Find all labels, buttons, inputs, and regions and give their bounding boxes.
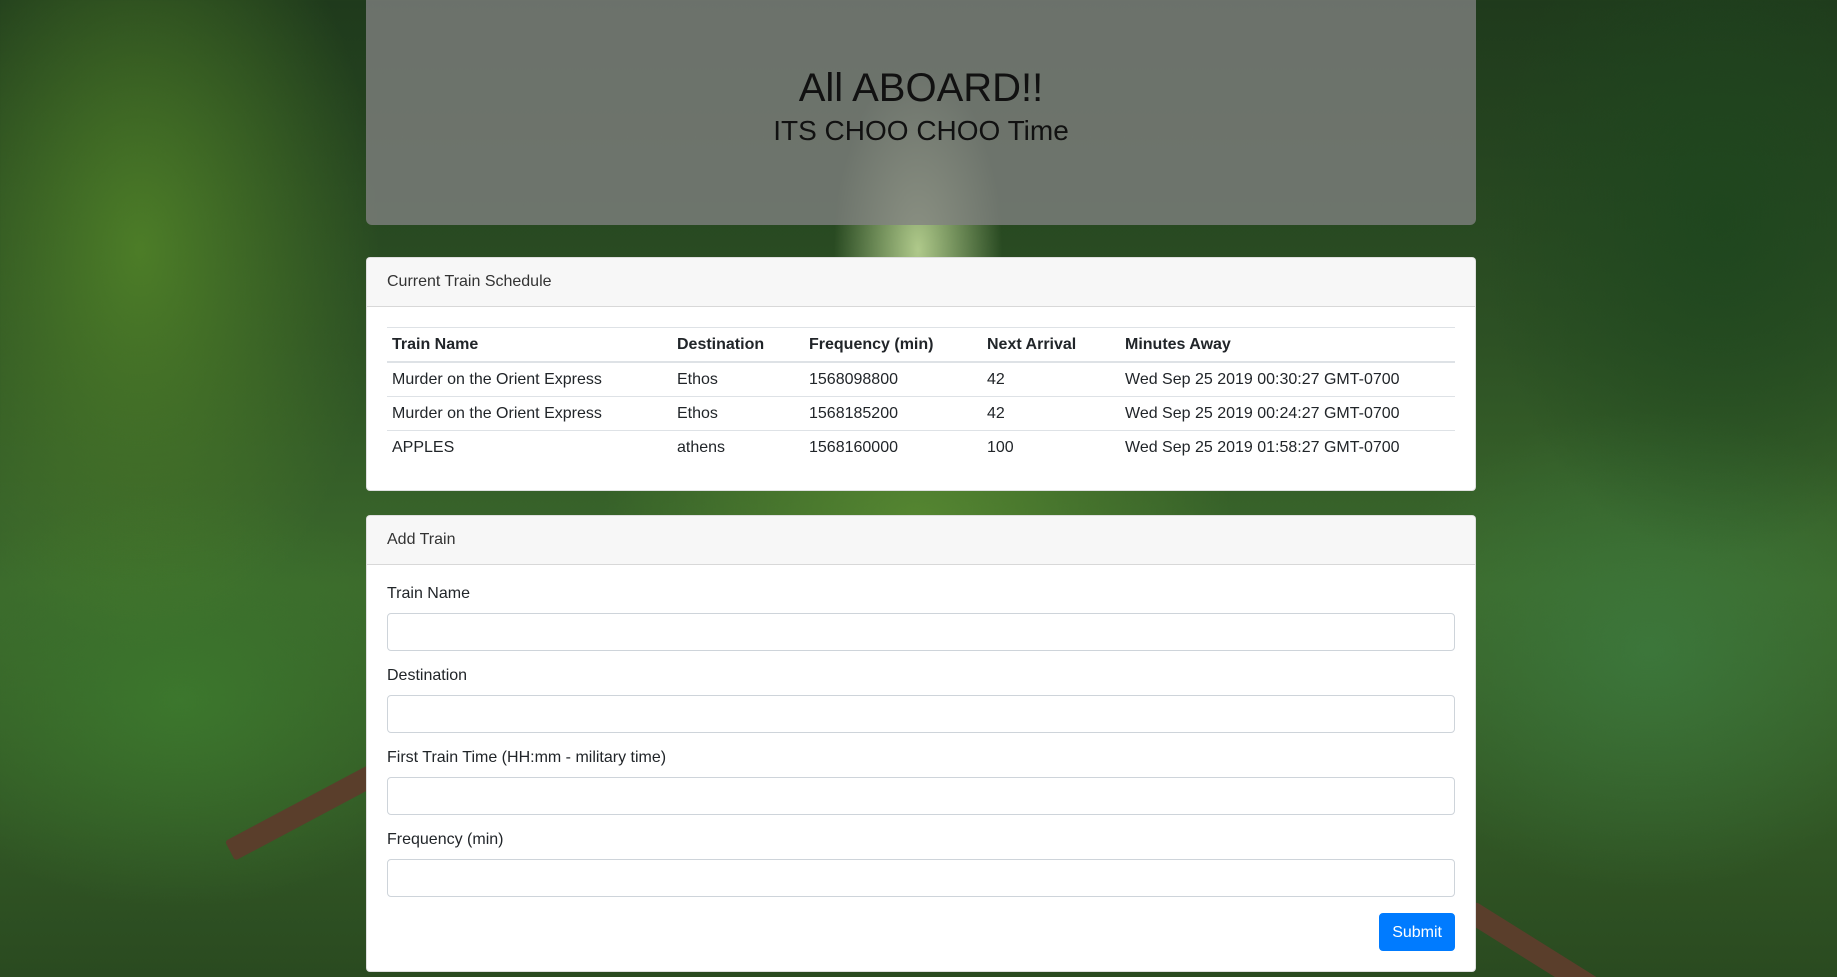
background-rail-right <box>1464 901 1629 977</box>
cell-destination: Ethos <box>672 396 804 431</box>
train-name-label: Train Name <box>387 585 470 602</box>
cell-train-name: Murder on the Orient Express <box>387 396 672 431</box>
cell-minutes-away: Wed Sep 25 2019 01:58:27 GMT-0700 <box>1120 430 1455 464</box>
first-train-time-group: First Train Time (HH:mm - military time) <box>387 749 1455 815</box>
column-header-minutes-away: Minutes Away <box>1120 327 1455 363</box>
first-train-time-label: First Train Time (HH:mm - military time) <box>387 749 667 766</box>
schedule-table: Train Name Destination Frequency (min) N… <box>387 327 1455 464</box>
schedule-card: Current Train Schedule Train Name Destin… <box>366 257 1476 491</box>
column-header-destination: Destination <box>672 327 804 363</box>
table-row: Murder on the Orient Express Ethos 15681… <box>387 396 1455 431</box>
column-header-train-name: Train Name <box>387 327 672 363</box>
add-train-card: Add Train Train Name Destination First T… <box>366 515 1476 972</box>
frequency-label: Frequency (min) <box>387 831 504 848</box>
first-train-time-input[interactable] <box>387 777 1455 815</box>
submit-button[interactable]: Submit <box>1379 913 1455 951</box>
cell-frequency: 1568160000 <box>804 430 982 464</box>
table-row: Murder on the Orient Express Ethos 15680… <box>387 361 1455 397</box>
destination-input[interactable] <box>387 695 1455 733</box>
frequency-group: Frequency (min) <box>387 831 1455 897</box>
destination-group: Destination <box>387 667 1455 733</box>
cell-next-arrival: 42 <box>982 396 1120 431</box>
cell-destination: Ethos <box>672 361 804 397</box>
page-subtitle: ITS CHOO CHOO Time <box>773 115 1069 146</box>
main-container: All ABOARD!! ITS CHOO CHOO Time Current … <box>366 0 1476 977</box>
page-title: All ABOARD!! <box>798 66 1044 110</box>
cell-train-name: APPLES <box>387 430 672 464</box>
add-train-card-header: Add Train <box>367 516 1475 565</box>
train-name-input[interactable] <box>387 613 1455 651</box>
cell-frequency: 1568185200 <box>804 396 982 431</box>
column-header-frequency: Frequency (min) <box>804 327 982 363</box>
cell-minutes-away: Wed Sep 25 2019 00:30:27 GMT-0700 <box>1120 361 1455 397</box>
cell-minutes-away: Wed Sep 25 2019 00:24:27 GMT-0700 <box>1120 396 1455 431</box>
header-jumbotron: All ABOARD!! ITS CHOO CHOO Time <box>366 0 1476 225</box>
destination-label: Destination <box>387 667 468 684</box>
add-train-form: Train Name Destination First Train Time … <box>367 565 1475 971</box>
table-header-row: Train Name Destination Frequency (min) N… <box>387 327 1455 363</box>
column-header-next-arrival: Next Arrival <box>982 327 1120 363</box>
frequency-input[interactable] <box>387 859 1455 897</box>
cell-frequency: 1568098800 <box>804 361 982 397</box>
cell-next-arrival: 100 <box>982 430 1120 464</box>
table-row: APPLES athens 1568160000 100 Wed Sep 25 … <box>387 430 1455 464</box>
cell-train-name: Murder on the Orient Express <box>387 361 672 397</box>
submit-row: Submit <box>387 913 1455 951</box>
schedule-card-header: Current Train Schedule <box>367 258 1475 307</box>
cell-next-arrival: 42 <box>982 361 1120 397</box>
train-name-group: Train Name <box>387 585 1455 651</box>
cell-destination: athens <box>672 430 804 464</box>
schedule-card-body: Train Name Destination Frequency (min) N… <box>367 307 1475 490</box>
